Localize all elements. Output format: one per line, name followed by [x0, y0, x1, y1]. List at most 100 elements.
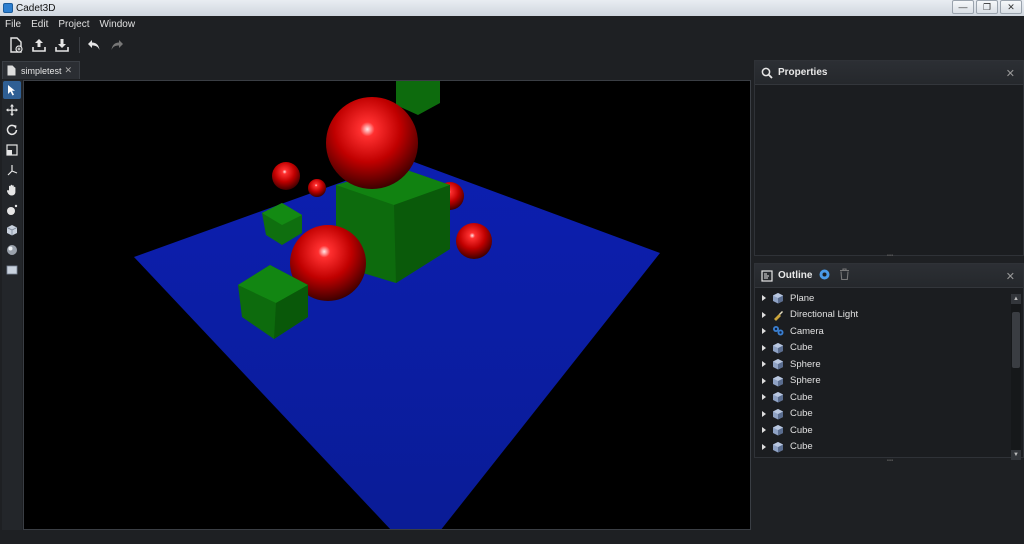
redo-button[interactable]: [107, 35, 127, 55]
scene-render: [134, 81, 660, 529]
outline-item-label: Plane: [790, 292, 815, 304]
outline-item[interactable]: Cube: [755, 439, 1011, 456]
outline-scrollbar[interactable]: ▲ ▼: [1011, 294, 1021, 460]
delete-object-button[interactable]: [839, 268, 850, 283]
hand-tool-icon: [6, 184, 16, 196]
move-tool-icon: [6, 104, 18, 116]
light-tool-button[interactable]: [3, 201, 21, 219]
download-icon: [55, 39, 69, 52]
sphere-tool-icon: [7, 245, 17, 255]
expand-arrow-icon[interactable]: [762, 361, 766, 368]
download-button[interactable]: [52, 35, 72, 55]
sphere-mesh: [456, 223, 492, 259]
properties-close-button[interactable]: ✕: [1006, 67, 1015, 80]
rotate-tool-button[interactable]: [3, 121, 21, 139]
expand-arrow-icon[interactable]: [762, 295, 766, 302]
menu-edit[interactable]: Edit: [26, 19, 53, 30]
expand-arrow-icon[interactable]: [762, 394, 766, 401]
window-controls: — ❐ ✕: [950, 0, 1022, 14]
plane-tool-icon: [6, 265, 18, 275]
sphere-mesh: [272, 162, 300, 190]
new-file-icon: [10, 37, 23, 53]
axis-tool-icon: [7, 165, 18, 176]
sphere-tool-button[interactable]: [3, 241, 21, 259]
rotate-tool-icon: [6, 124, 18, 136]
toolbar-separator: [79, 37, 80, 53]
expand-arrow-icon[interactable]: [762, 311, 766, 318]
outline-close-button[interactable]: ✕: [1006, 270, 1015, 283]
minimize-button[interactable]: —: [952, 0, 974, 14]
outline-tree: Plane Directional Light Camera Cube Sphere Sp…: [755, 290, 1011, 455]
outline-item-label: Cube: [790, 342, 813, 354]
cube-icon: [772, 391, 784, 403]
trash-icon: [840, 268, 850, 281]
new-file-button[interactable]: [6, 35, 26, 55]
close-window-button[interactable]: ✕: [1000, 0, 1022, 14]
cube-tool-icon: [6, 225, 18, 236]
outline-item-label: Cube: [790, 424, 813, 436]
plane-tool-button[interactable]: [3, 261, 21, 279]
maximize-button[interactable]: ❐: [976, 0, 998, 14]
scene-viewport[interactable]: [23, 80, 751, 530]
move-tool-button[interactable]: [3, 101, 21, 119]
outline-item[interactable]: Directional Light: [755, 307, 1011, 324]
main-toolbar: [0, 32, 1024, 58]
light-tool-icon: [7, 204, 18, 215]
resize-grip[interactable]: ▪▪▪: [755, 253, 1024, 259]
upload-icon: [32, 39, 46, 52]
outline-item[interactable]: Cube: [755, 340, 1011, 357]
menu-window[interactable]: Window: [94, 19, 140, 30]
properties-panel: Properties ✕ ▪▪▪: [754, 60, 1024, 259]
scale-tool-button[interactable]: [3, 141, 21, 159]
app-logo-icon: [3, 3, 13, 13]
add-object-button[interactable]: [818, 268, 831, 284]
expand-arrow-icon[interactable]: [762, 344, 766, 351]
undo-button[interactable]: [84, 35, 104, 55]
window-title: Cadet3D: [16, 2, 56, 14]
expand-arrow-icon[interactable]: [762, 377, 766, 384]
gear-add-icon: [819, 269, 830, 279]
menu-file[interactable]: File: [0, 19, 26, 30]
expand-arrow-icon[interactable]: [762, 410, 766, 417]
expand-arrow-icon[interactable]: [762, 443, 766, 450]
scroll-thumb[interactable]: [1012, 312, 1020, 368]
outline-item[interactable]: Camera: [755, 323, 1011, 340]
properties-title: Properties: [778, 67, 828, 78]
cube-icon: [772, 424, 784, 436]
outline-header: Outline ✕: [755, 264, 1023, 288]
redo-icon: [111, 40, 123, 50]
cube-icon: [772, 408, 784, 420]
menu-project[interactable]: Project: [53, 19, 94, 30]
hand-tool-button[interactable]: [3, 181, 21, 199]
menu-bar: File Edit Project Window: [0, 16, 1024, 32]
outline-item[interactable]: Cube: [755, 389, 1011, 406]
light-icon: [772, 309, 784, 321]
resize-grip[interactable]: ▪▪▪: [755, 458, 1024, 464]
axis-tool-button[interactable]: [3, 161, 21, 179]
properties-header: Properties ✕: [755, 61, 1023, 85]
outline-item[interactable]: Plane: [755, 290, 1011, 307]
outline-item[interactable]: Sphere: [755, 373, 1011, 390]
outline-panel: Outline ✕ Plane Directional Light Camera Cu…: [754, 263, 1024, 464]
cube-icon: [772, 375, 784, 387]
document-icon: [7, 65, 16, 76]
upload-button[interactable]: [29, 35, 49, 55]
scroll-up-button[interactable]: ▲: [1011, 294, 1021, 304]
sphere-mesh: [326, 97, 418, 189]
outline-title: Outline: [778, 270, 813, 281]
outline-item[interactable]: Sphere: [755, 356, 1011, 373]
tab-close-button[interactable]: ✕: [65, 65, 73, 76]
expand-arrow-icon[interactable]: [762, 328, 766, 335]
search-icon: [761, 67, 773, 79]
tab-label: simpletest: [21, 65, 62, 76]
cube-icon: [772, 358, 784, 370]
expand-arrow-icon[interactable]: [762, 427, 766, 434]
outline-item[interactable]: Cube: [755, 406, 1011, 423]
select-tool-button[interactable]: [3, 81, 21, 99]
cube-tool-button[interactable]: [3, 221, 21, 239]
title-bar: Cadet3D — ❐ ✕: [0, 0, 1024, 16]
outline-item-label: Cube: [790, 391, 813, 403]
tab-simpletest[interactable]: simpletest ✕: [2, 61, 80, 79]
outline-item[interactable]: Cube: [755, 422, 1011, 439]
undo-icon: [88, 40, 100, 50]
